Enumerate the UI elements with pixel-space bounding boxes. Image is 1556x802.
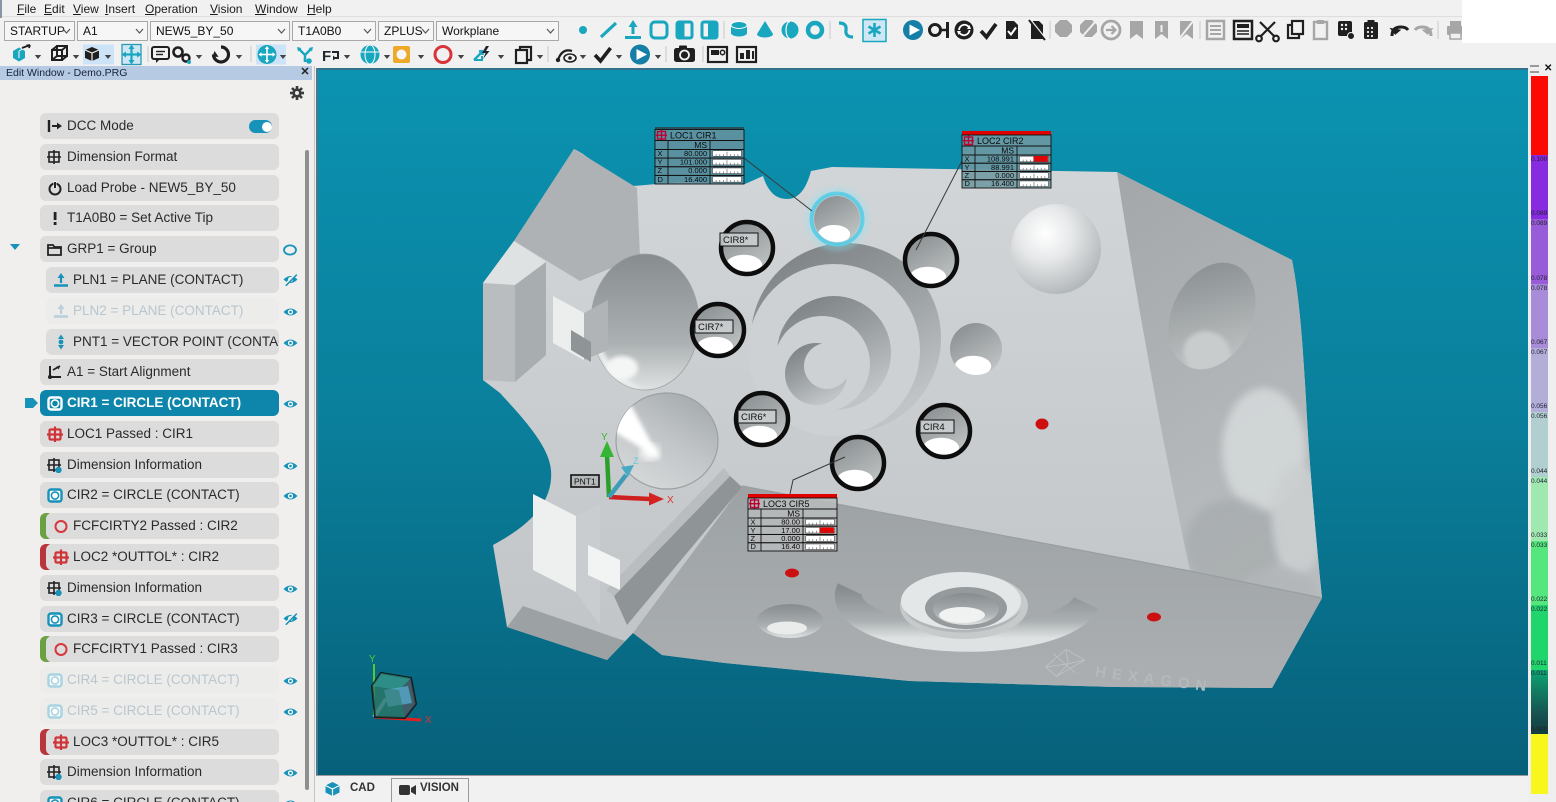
- svg-text:LOC1 CIR1: LOC1 CIR1: [670, 131, 717, 141]
- svg-text:0.000: 0.000: [688, 166, 707, 175]
- svg-text:LOC3 CIR5: LOC3 CIR5: [763, 499, 810, 509]
- svg-text:Z: Z: [633, 456, 639, 466]
- svg-text:16.40: 16.40: [781, 542, 800, 551]
- svg-text:LOC2 CIR2: LOC2 CIR2: [977, 136, 1024, 146]
- svg-text:CIR4: CIR4: [923, 422, 945, 433]
- svg-text:16.400: 16.400: [684, 175, 707, 184]
- svg-text:D: D: [751, 542, 757, 551]
- svg-text:D: D: [965, 179, 971, 188]
- svg-text:Y: Y: [601, 432, 608, 443]
- svg-text:X: X: [425, 715, 432, 726]
- svg-text:Z: Z: [658, 166, 663, 175]
- svg-text:CIR6*: CIR6*: [741, 412, 767, 423]
- svg-text:PNT1: PNT1: [574, 477, 596, 487]
- svg-text:F: F: [322, 48, 331, 65]
- svg-text:X: X: [667, 495, 674, 506]
- svg-text:CIR8*: CIR8*: [723, 235, 749, 246]
- svg-text:D: D: [658, 175, 664, 184]
- svg-text:16.400: 16.400: [991, 179, 1014, 188]
- svg-text:Y: Y: [369, 654, 376, 665]
- svg-text:CIR7*: CIR7*: [698, 322, 724, 333]
